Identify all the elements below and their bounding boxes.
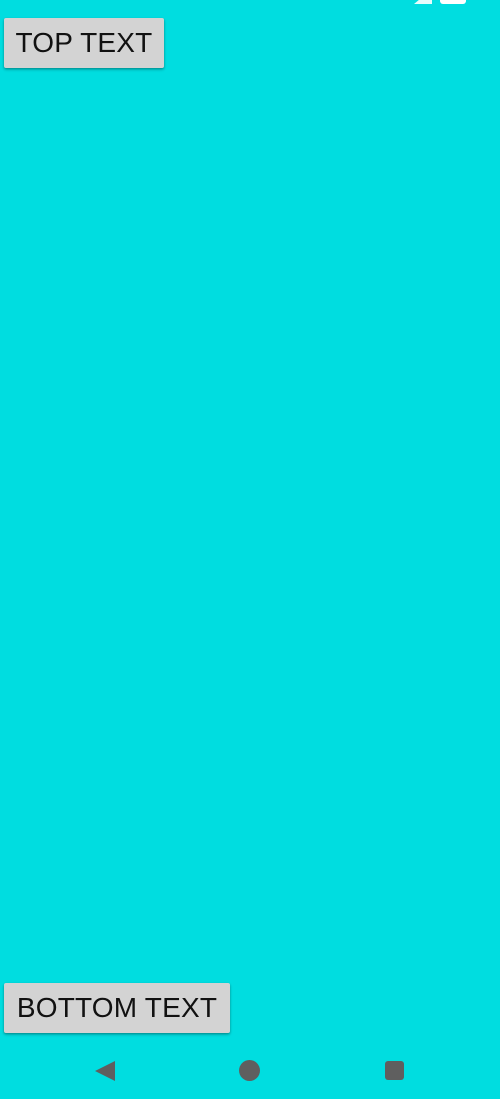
- status-right: [414, 0, 466, 4]
- home-icon[interactable]: [239, 1060, 260, 1081]
- navigation-bar: [0, 1040, 500, 1099]
- top-text-button[interactable]: TOP TEXT: [4, 18, 164, 68]
- bottom-text-button[interactable]: BOTTOM TEXT: [4, 983, 230, 1033]
- signal-icon: [414, 0, 432, 4]
- status-bar: [0, 0, 500, 6]
- recents-icon[interactable]: [385, 1061, 404, 1080]
- battery-icon: [440, 0, 466, 4]
- back-icon[interactable]: [95, 1061, 115, 1081]
